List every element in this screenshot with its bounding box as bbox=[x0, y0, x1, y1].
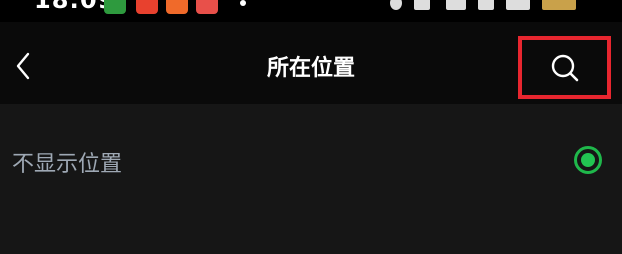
radio-dot bbox=[581, 153, 595, 167]
wifi-icon bbox=[446, 0, 466, 10]
battery-icon bbox=[542, 0, 576, 10]
radio-selected-icon[interactable] bbox=[574, 146, 602, 174]
location-list: 不显示位置 bbox=[0, 104, 622, 254]
cellular-signal-icon bbox=[506, 0, 530, 10]
shopping-app-icon bbox=[196, 0, 218, 14]
chat-app-icon bbox=[104, 0, 126, 14]
signal-icon bbox=[414, 0, 430, 10]
search-button[interactable] bbox=[518, 36, 611, 99]
option-label: 不显示位置 bbox=[12, 152, 123, 177]
option-hide-location[interactable]: 不显示位置 bbox=[0, 126, 622, 196]
search-icon bbox=[551, 54, 578, 81]
notification-dot-icon bbox=[240, 0, 246, 6]
location-screen: 18:09 所在位置 不显示位置 bbox=[0, 0, 622, 254]
title-bar: 所在位置 bbox=[0, 22, 622, 104]
shopping-app-icon bbox=[166, 0, 188, 14]
shopping-app-icon bbox=[136, 0, 158, 14]
status-bar: 18:09 bbox=[0, 0, 622, 22]
alarm-icon bbox=[390, 0, 402, 10]
sim-icon bbox=[478, 0, 494, 10]
